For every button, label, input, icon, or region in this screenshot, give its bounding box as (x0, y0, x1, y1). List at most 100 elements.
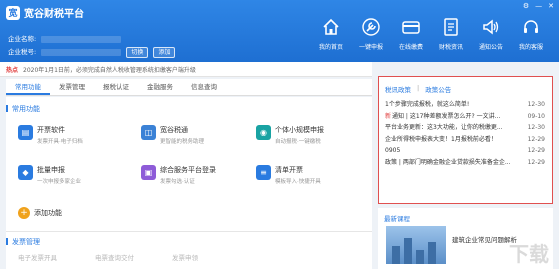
tab-tax-auth[interactable]: 报税认证 (94, 79, 138, 95)
building-shape (428, 242, 436, 264)
company-no-label: 企业税号: (8, 48, 37, 56)
news-item[interactable]: 1个步骤完成报税，就这么简单! 12-30 (385, 99, 545, 111)
nav-home[interactable]: 我的首页 (311, 16, 351, 51)
nav-notice-label: 通知公告 (478, 44, 503, 51)
news-date: 12-29 (527, 158, 545, 166)
shortcut-invoice-apply[interactable]: 发票申领 (172, 252, 198, 262)
company-name-row: 企业名称: (8, 33, 122, 43)
headset-icon (520, 16, 542, 38)
top-header: 宽 宽谷财税平台 企业名称: 企业税号: 切换 添加 ⚙ — ✕ 我的首页 一键… (0, 0, 559, 62)
news-tabs: 税讯政策 | 政策公告 (379, 77, 552, 94)
new-badge: 新 (385, 112, 392, 120)
news-date: 09-10 (527, 112, 545, 120)
list-icon: ≡ (256, 165, 271, 180)
function-tabs: 常用功能 发票管理 报税认证 金融服务 信息查询 (6, 79, 372, 96)
window-controls: ⚙ — ✕ (523, 2, 554, 10)
close-icon[interactable]: ✕ (548, 2, 554, 10)
app-title: 宽谷财税平台 (24, 9, 84, 20)
course-panel: 最新课程 建筑企业常见问题解析 下载 (378, 208, 553, 269)
notice-tag: 热点 (6, 66, 19, 74)
card-batch-declare[interactable]: ◆ 批量申报 一次申报多家企业 (18, 165, 128, 185)
tab-finance[interactable]: 金融服务 (138, 79, 182, 95)
card-individual-declare[interactable]: ◉ 个体小规模申报 自动报税·一键缴税 (256, 125, 366, 145)
card-tax-assistant[interactable]: ◫ 宽谷税通 更智能的税务助理 (141, 125, 251, 145)
tab-query[interactable]: 信息查询 (182, 79, 226, 95)
plus-icon: + (18, 207, 30, 219)
news-panel: 税讯政策 | 政策公告 1个步骤完成报税，就这么简单! 12-30 新通知 | 这… (378, 76, 553, 204)
settings-icon[interactable]: ⚙ (523, 2, 529, 10)
news-item[interactable]: 0905 12-29 (385, 145, 545, 157)
main-nav: 我的首页 一键申报 在线缴费 财税资讯 通知公告 我的客服 (311, 16, 551, 51)
app-logo: 宽 (6, 5, 20, 20)
card-sub: 模板导入·快捷开具 (275, 179, 321, 185)
shortcut-e-invoice[interactable]: 电子发票开具 (18, 252, 57, 262)
nav-pay[interactable]: 在线缴费 (391, 16, 431, 51)
nav-notice[interactable]: 通知公告 (471, 16, 511, 51)
wrench-icon (360, 16, 382, 38)
news-date: 12-29 (527, 147, 545, 154)
card-invoice-software[interactable]: ▤ 开票软件 发票开具·电子归档 (18, 125, 128, 145)
card-sub: 自动报税·一键缴税 (275, 139, 321, 145)
tab-tax-news[interactable]: 税讯政策 (385, 84, 411, 94)
course-header: 最新课程 (378, 208, 553, 223)
nav-service-label: 我的客服 (518, 44, 543, 51)
card-sub: 发票勾选·认证 (160, 179, 195, 185)
tab-common[interactable]: 常用功能 (6, 79, 50, 95)
company-no-row: 企业税号: 切换 添加 (8, 46, 176, 58)
tab-policy[interactable]: 政策公告 (425, 84, 451, 94)
person-icon: ◉ (256, 125, 271, 140)
watermark: 下载 (509, 242, 549, 266)
card-service-platform[interactable]: ▣ 综合服务平台登录 发票勾选·认证 (141, 165, 251, 185)
news-item[interactable]: 政策 | 两部门明确金融企业贷款损失准备金企... 12-29 (385, 157, 545, 169)
nav-news[interactable]: 财税资讯 (431, 16, 471, 51)
section-common-title: 常用功能 (6, 104, 40, 114)
news-title: 平台业务更新：这3大功能，让你的税缴更... (385, 124, 503, 131)
invoice-icon: ▤ (18, 125, 33, 140)
card-icon (400, 16, 422, 38)
card-title: 宽谷税通 (160, 126, 188, 134)
card-title: 清单开票 (275, 166, 303, 174)
main-panel: 常用功能 ▤ 开票软件 发票开具·电子归档 ◫ 宽谷税通 更智能的税务助理 ◉ … (6, 97, 372, 269)
course-thumbnail[interactable] (386, 226, 446, 264)
nav-pay-label: 在线缴费 (398, 44, 423, 51)
add-function-label: 添加功能 (34, 209, 62, 217)
news-date: 12-30 (527, 101, 545, 108)
nav-service[interactable]: 我的客服 (511, 16, 551, 51)
news-title: 0905 (385, 147, 401, 154)
notice-bar[interactable]: 热点 2020年1月1日前，必须完成自然人税收管理系统扣缴客户端升级 (0, 62, 372, 77)
tab-invoice[interactable]: 发票管理 (50, 79, 94, 95)
building-shape (416, 250, 424, 264)
brand: 宽 宽谷财税平台 (6, 5, 84, 20)
nav-declare[interactable]: 一键申报 (351, 16, 391, 51)
shortcut-invoice-query[interactable]: 电票查询交付 (95, 252, 134, 262)
news-item[interactable]: 企业所得税申报表大变！1月报税前必看！ 12-29 (385, 134, 545, 146)
nav-declare-label: 一键申报 (358, 44, 383, 51)
course-title[interactable]: 建筑企业常见问题解析 (452, 234, 517, 244)
card-title: 综合服务平台登录 (160, 166, 216, 174)
switch-button[interactable]: 切换 (126, 47, 149, 58)
card-sub: 更智能的税务助理 (160, 139, 205, 145)
news-item[interactable]: 平台业务更新：这3大功能，让你的税缴更... 12-30 (385, 122, 545, 134)
building-shape (404, 238, 412, 264)
company-name-value (41, 35, 122, 43)
news-title: 政策 | 两部门明确金融企业贷款损失准备金企... (385, 158, 511, 166)
tax-assistant-icon: ◫ (141, 125, 156, 140)
card-sub: 发票开具·电子归档 (37, 139, 83, 145)
divider (6, 231, 372, 232)
nav-home-label: 我的首页 (318, 44, 343, 51)
notice-text: 2020年1月1日前，必须完成自然人税收管理系统扣缴客户端升级 (23, 66, 196, 74)
add-function-button[interactable]: + 添加功能 (18, 207, 62, 219)
tab-separator: | (417, 84, 420, 92)
building-shape (392, 246, 400, 264)
news-date: 12-29 (527, 135, 545, 143)
company-name-label: 企业名称: (8, 35, 37, 43)
minimize-icon[interactable]: — (535, 2, 542, 10)
card-title: 批量申报 (37, 166, 65, 174)
add-company-button[interactable]: 添加 (153, 47, 176, 58)
invoice-shortcuts: 电子发票开具 电票查询交付 发票申领 (18, 252, 198, 262)
news-list: 1个步骤完成报税，就这么简单! 12-30 新通知 | 这17种差额发票怎么开? … (385, 99, 545, 168)
news-title: 1个步骤完成报税，就这么简单! (385, 101, 470, 108)
news-date: 12-30 (527, 124, 545, 131)
card-list-invoice[interactable]: ≡ 清单开票 模板导入·快捷开具 (256, 165, 366, 185)
news-item[interactable]: 新通知 | 这17种差额发票怎么开? 一文讲... 09-10 (385, 111, 545, 123)
